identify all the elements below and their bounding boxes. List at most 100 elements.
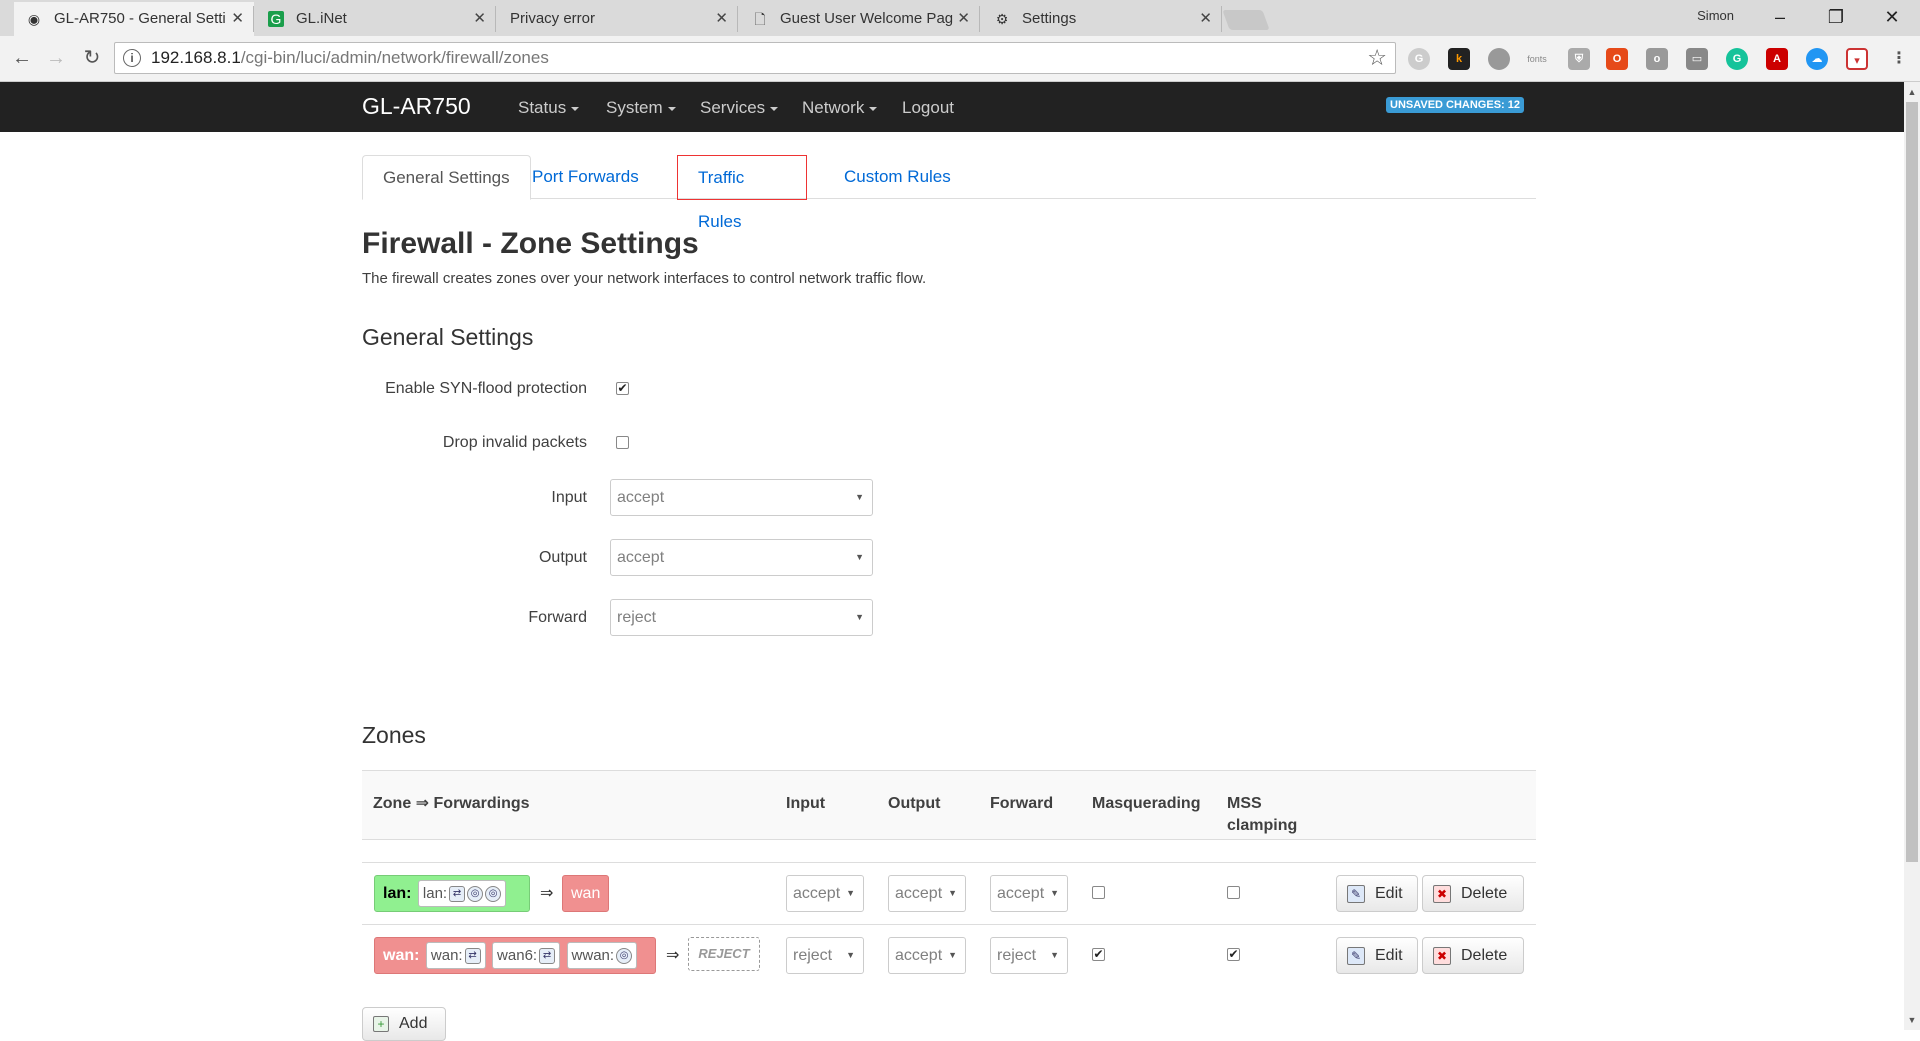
extension-fonts-icon[interactable]: fonts [1526, 48, 1548, 70]
page-title: Firewall - Zone Settings [362, 227, 699, 260]
output-policy-select[interactable]: accept ▼ [610, 539, 873, 576]
browser-tab-2[interactable]: G GL.iNet ✕ [256, 2, 496, 36]
menu-system[interactable]: System [606, 98, 676, 118]
tab-traffic-rules[interactable]: Traffic Rules [677, 155, 807, 231]
url-text[interactable]: 192.168.8.1/cgi-bin/luci/admin/network/f… [151, 48, 549, 68]
delete-button[interactable]: ✖ Delete [1422, 875, 1524, 912]
extension-chat-icon[interactable] [1488, 48, 1510, 70]
zone-output-select[interactable]: accept ▼ [888, 937, 966, 974]
browser-tab-title: Guest User Welcome Pag [780, 10, 954, 27]
address-bar[interactable]: i 192.168.8.1/cgi-bin/luci/admin/network… [114, 42, 1396, 74]
router-icon: ◉ [27, 11, 41, 27]
forward-arrow: ⇒ [666, 947, 680, 964]
reject-placeholder: REJECT [688, 937, 760, 971]
caret-down-icon [571, 106, 580, 111]
edit-button[interactable]: ✎ Edit [1336, 937, 1418, 974]
office-icon[interactable]: O [1606, 48, 1628, 70]
menu-network[interactable]: Network [802, 98, 878, 118]
close-tab-icon[interactable]: ✕ [1199, 2, 1212, 36]
unsaved-changes-badge[interactable]: UNSAVED CHANGES: 12 [1386, 97, 1524, 113]
output-label: Output [538, 549, 587, 566]
edit-icon: ✎ [1347, 947, 1365, 965]
network-badge-wwan: wwan: ◎ [566, 942, 638, 970]
zone-output-select[interactable]: accept ▼ [888, 875, 966, 912]
zone-row-lan: lan: lan: ⇄ ◎ ◎ ⇒ wan accept ▼ accept ▼ accep… [362, 862, 1536, 924]
bookmark-star-icon[interactable]: ☆ [1367, 45, 1387, 71]
page-icon: 🗋 [754, 11, 766, 27]
scroll-up-icon[interactable]: ▲ [1904, 84, 1920, 100]
cloud-icon[interactable]: ☁ [1806, 48, 1828, 70]
back-icon[interactable]: ← [8, 44, 36, 72]
dropdown-arrow-icon: ▼ [855, 612, 864, 622]
input-policy-select[interactable]: accept ▼ [610, 479, 873, 516]
tab-port-forwards[interactable]: Port Forwards [512, 155, 659, 200]
page-scrollbar[interactable]: ▲ ▼ [1904, 82, 1920, 1030]
forward-icon[interactable]: → [42, 44, 70, 72]
ethernet-icon: ⇄ [464, 948, 481, 965]
select-value: accept [895, 885, 943, 902]
brand-title[interactable]: GL-AR750 [362, 93, 471, 120]
add-zone-button[interactable]: + Add [362, 1007, 446, 1041]
network-badge-wan6: wan6: ⇄ [492, 942, 561, 970]
menu-services[interactable]: Services [700, 98, 779, 118]
extension-shield-icon[interactable]: ⛨ [1568, 48, 1590, 70]
mss-clamping-checkbox[interactable]: ✔ [1227, 948, 1240, 961]
profile-name[interactable]: Simon [1697, 8, 1734, 23]
gear-icon: ⚙ [995, 11, 1009, 27]
drop-invalid-checkbox[interactable] [616, 436, 629, 449]
masquerading-checkbox[interactable] [1092, 886, 1105, 899]
close-window-button[interactable]: ✕ [1864, 0, 1920, 36]
minimize-button[interactable]: – [1752, 0, 1808, 36]
zone-input-select[interactable]: reject ▼ [786, 937, 864, 974]
browser-tab-3[interactable]: Privacy error ✕ [498, 2, 738, 36]
menu-status[interactable]: Status [518, 98, 580, 118]
close-tab-icon[interactable]: ✕ [957, 2, 970, 36]
wifi-icon: ◎ [467, 886, 484, 903]
acrobat-icon[interactable]: A [1766, 48, 1788, 70]
reload-icon[interactable]: ↻ [78, 44, 106, 72]
extension-k-icon[interactable]: k [1448, 48, 1470, 70]
restore-button[interactable]: ❐ [1808, 0, 1864, 36]
browser-tab-4[interactable]: 🗋 Guest User Welcome Pag ✕ [740, 2, 980, 36]
chrome-menu-icon[interactable]: ⋮ [1888, 48, 1910, 70]
zone-forward-select[interactable]: accept ▼ [990, 875, 1068, 912]
tab-custom-rules[interactable]: Custom Rules [824, 155, 971, 200]
luci-header: GL-AR750 Status System Services Network … [0, 82, 1904, 132]
zone-name: lan: [383, 885, 412, 902]
browser-tab-5[interactable]: ⚙ Settings ✕ [982, 2, 1222, 36]
dropdown-arrow-icon: ▼ [855, 552, 864, 562]
syn-flood-checkbox[interactable]: ✔ [616, 382, 629, 395]
close-tab-icon[interactable]: ✕ [715, 2, 728, 36]
edit-button[interactable]: ✎ Edit [1336, 875, 1418, 912]
dropdown-arrow-icon: ▼ [948, 888, 957, 898]
close-tab-icon[interactable]: ✕ [473, 2, 486, 36]
url-host: 192.168.8.1 [151, 48, 241, 67]
scroll-down-icon[interactable]: ▼ [1904, 1012, 1920, 1028]
network-name: wan: [430, 947, 463, 965]
menu-label: Services [700, 98, 766, 117]
zone-forward-select[interactable]: reject ▼ [990, 937, 1068, 974]
delete-button[interactable]: ✖ Delete [1422, 937, 1524, 974]
zone-input-select[interactable]: accept ▼ [786, 875, 864, 912]
button-label: Delete [1461, 947, 1508, 964]
new-tab-button[interactable] [1222, 10, 1270, 30]
mss-clamping-checkbox[interactable] [1227, 886, 1240, 899]
drop-invalid-label: Drop invalid packets [442, 434, 587, 451]
browser-tab-1[interactable]: ◉ GL-AR750 - General Setti ✕ [14, 2, 254, 36]
extension-icon[interactable]: G [1408, 48, 1430, 70]
extension-screen-icon[interactable]: ▭ [1686, 48, 1708, 70]
grammarly-icon[interactable]: G [1726, 48, 1748, 70]
menu-label: Status [518, 98, 567, 117]
close-tab-icon[interactable]: ✕ [231, 2, 244, 36]
info-icon[interactable]: i [123, 49, 141, 67]
scroll-thumb[interactable] [1906, 102, 1918, 862]
forward-policy-select[interactable]: reject ▼ [610, 599, 873, 636]
pocket-icon[interactable]: ▾ [1846, 48, 1868, 70]
masquerading-checkbox[interactable]: ✔ [1092, 948, 1105, 961]
select-value: accept [997, 885, 1045, 902]
tab-general-settings[interactable]: General Settings [362, 155, 531, 200]
zones-heading: Zones [362, 722, 426, 748]
glinet-icon: G [268, 11, 284, 27]
menu-logout[interactable]: Logout [902, 98, 954, 118]
extension-box-icon[interactable]: o [1646, 48, 1668, 70]
